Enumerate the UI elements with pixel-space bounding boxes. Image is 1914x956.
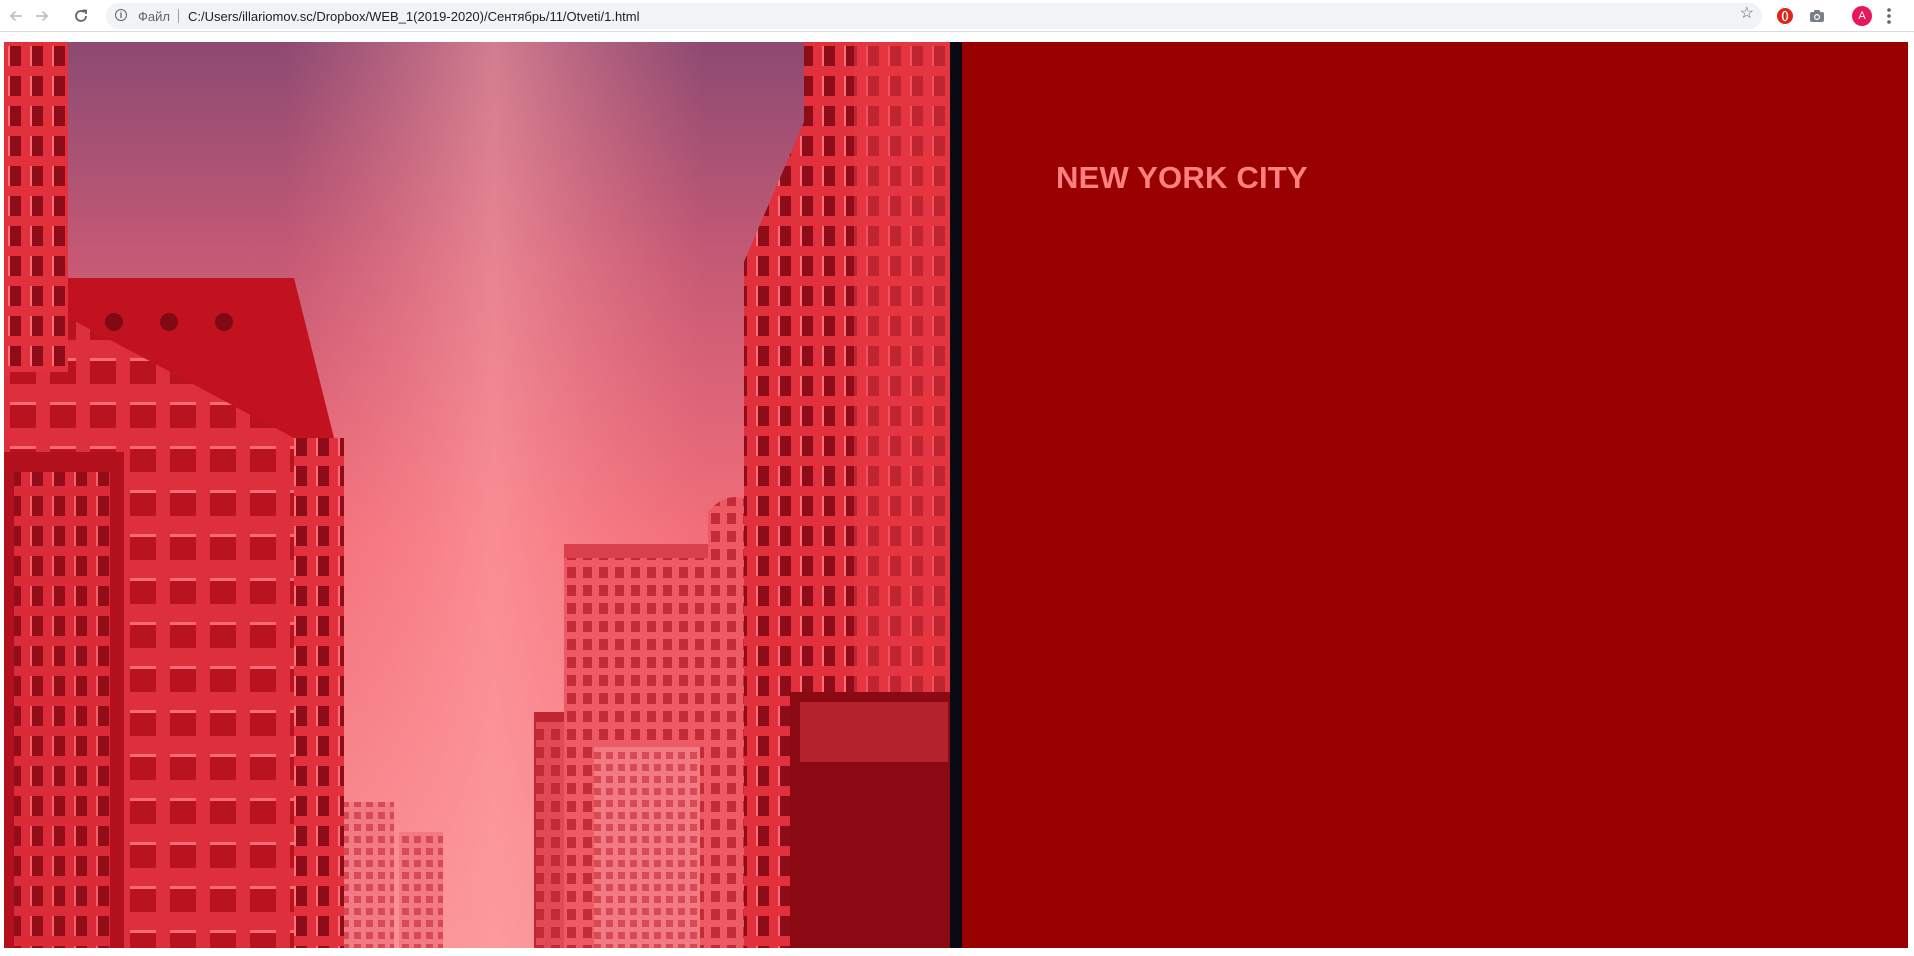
profile-avatar[interactable]: A <box>1852 6 1872 26</box>
page-viewport: NEW YORK CITY <box>0 33 1914 956</box>
address-bar[interactable]: i Файл C:/Users/illariomov.sc/Dropbox/WE… <box>106 3 1762 29</box>
reload-button[interactable] <box>71 6 91 26</box>
skyline-illustration <box>4 42 958 948</box>
opera-extension-icon[interactable] <box>1776 7 1794 25</box>
page-title: NEW YORK CITY <box>1056 160 1308 195</box>
info-icon[interactable]: i <box>115 9 127 21</box>
star-icon[interactable]: ☆ <box>1740 6 1754 22</box>
browser-toolbar: i Файл C:/Users/illariomov.sc/Dropbox/WE… <box>0 0 1914 32</box>
omnibox-divider <box>178 9 179 23</box>
arrow-left-icon <box>9 10 22 22</box>
camera-icon[interactable] <box>1808 7 1826 25</box>
scheme-label: Файл <box>138 9 170 24</box>
arrow-right-icon <box>36 10 49 22</box>
vertical-dots-icon[interactable] <box>1886 7 1892 25</box>
url-text[interactable]: C:/Users/illariomov.sc/Dropbox/WEB_1(201… <box>188 9 640 24</box>
back-button[interactable] <box>6 6 26 26</box>
panel-separator <box>950 42 962 948</box>
reload-icon <box>75 9 87 22</box>
city-photo <box>4 42 958 948</box>
title-panel: NEW YORK CITY <box>962 42 1908 948</box>
forward-button[interactable] <box>32 6 52 26</box>
